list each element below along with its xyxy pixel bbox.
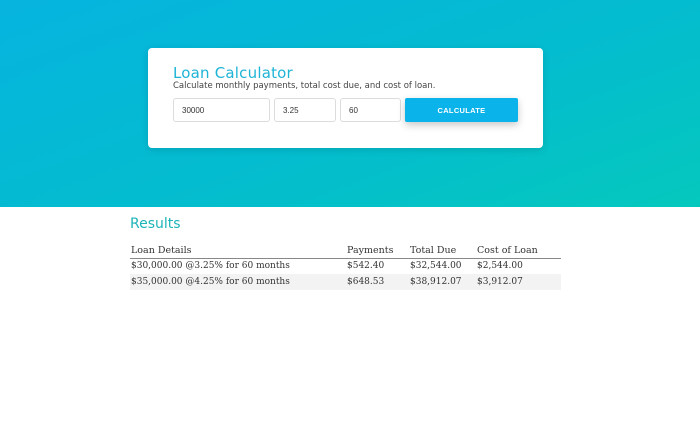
results-title: Results xyxy=(130,216,181,232)
column-header-total-due: Total Due xyxy=(409,244,476,259)
calculator-title: Loan Calculator xyxy=(173,64,293,82)
table-row: $35,000.00 @4.25% for 60 months $648.53 … xyxy=(130,274,561,290)
results-table: Loan Details Payments Total Due Cost of … xyxy=(130,244,561,290)
cell-loan-details: $35,000.00 @4.25% for 60 months xyxy=(130,274,346,290)
loan-months-input[interactable] xyxy=(340,98,401,122)
table-row: $30,000.00 @3.25% for 60 months $542.40 … xyxy=(130,258,561,274)
cell-payments: $542.40 xyxy=(347,261,385,272)
column-header-cost-of-loan: Cost of Loan xyxy=(476,244,561,259)
cell-total-due: $32,544.00 xyxy=(410,261,462,272)
loan-amount-input[interactable] xyxy=(173,98,270,122)
cell-loan-details: $30,000.00 @3.25% for 60 months xyxy=(131,261,290,272)
calculate-button[interactable]: CALCULATE xyxy=(405,98,518,122)
cell-cost-of-loan: $2,544.00 xyxy=(477,261,523,272)
calculator-subtitle: Calculate monthly payments, total cost d… xyxy=(173,81,436,91)
table-header-row: Loan Details Payments Total Due Cost of … xyxy=(130,244,561,259)
loan-calculator-card: Loan Calculator Calculate monthly paymen… xyxy=(148,48,543,148)
column-header-payments: Payments xyxy=(346,244,409,259)
cell-payments: $648.53 xyxy=(346,274,409,290)
cell-total-due: $38,912.07 xyxy=(409,274,476,290)
cell-cost-of-loan: $3,912.07 xyxy=(476,274,561,290)
interest-rate-input[interactable] xyxy=(274,98,336,122)
column-header-loan-details: Loan Details xyxy=(130,244,346,259)
